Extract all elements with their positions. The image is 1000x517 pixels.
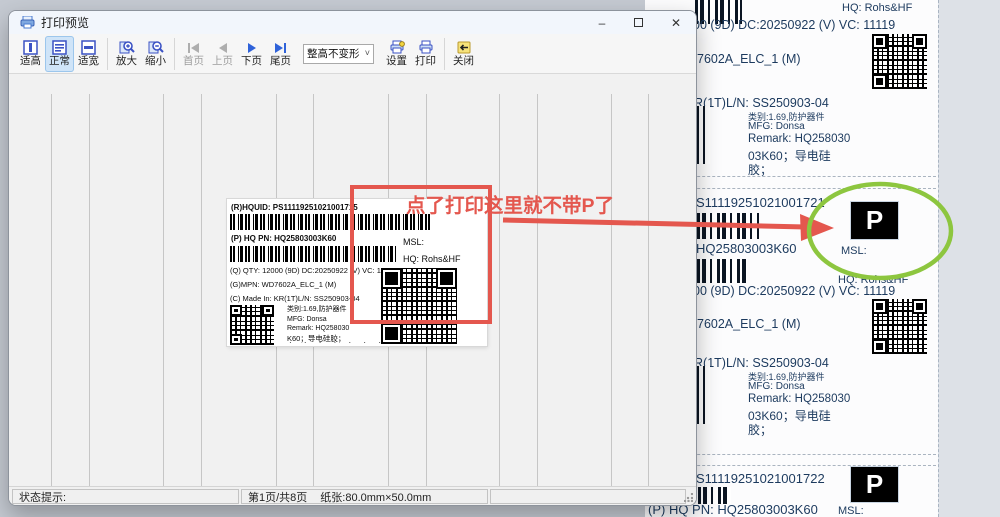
status-panel — [490, 489, 686, 504]
first-page-icon — [186, 41, 202, 55]
page-edge-line — [499, 94, 500, 486]
label-mfg: MFG: Donsa — [748, 121, 805, 132]
qr-code — [230, 305, 274, 345]
preview-hq: HQ: Rohs&HF — [403, 254, 461, 264]
label-mpn-line: 7602A_ELC_1 (M) — [697, 317, 801, 331]
page-edge-line — [51, 94, 52, 486]
label-mpn-line: 7602A_ELC_1 (M) — [697, 52, 801, 66]
zoom-out-icon — [148, 40, 164, 55]
preview-line-madein: (C) Made In: KR(1T)L/N: SS250903-04 — [230, 294, 360, 303]
barcode — [230, 214, 432, 230]
settings-printer-icon — [389, 40, 405, 55]
barcode — [230, 246, 396, 262]
status-bar: 状态提示: 第1页/共8页 纸张:80.0mm×50.0mm — [9, 486, 696, 505]
toolbar-separator — [444, 38, 445, 70]
label-serial: S11119251021001721 — [696, 195, 825, 210]
preview-line-qty: (Q) QTY: 12000 (9D) DC:20250922 (V) VC: … — [230, 266, 396, 275]
page-edge-line — [611, 94, 612, 486]
normal-view-button[interactable]: 正常 — [45, 36, 74, 72]
scale-mode-value: 整高不变形 — [307, 46, 360, 61]
scale-mode-dropdown[interactable]: 整高不变形 ˅ — [303, 44, 374, 64]
fit-width-icon — [81, 40, 96, 55]
last-page-button[interactable]: 尾页 — [266, 36, 295, 72]
sheet-right-margin — [938, 0, 1000, 517]
status-panel: 状态提示: — [12, 489, 239, 504]
toolbar: 适高 正常 适宽 放大 缩小 首页 — [9, 34, 696, 74]
preview-label-page: (R)HQUID: PS11119251021001715 (P) HQ PN:… — [227, 199, 487, 346]
resize-grip[interactable] — [684, 493, 693, 502]
print-button[interactable]: 打印 — [411, 36, 440, 72]
fit-width-button[interactable]: 适宽 — [74, 36, 103, 72]
close-window-button[interactable]: ✕ — [658, 11, 694, 34]
page-edge-line — [163, 94, 164, 486]
settings-button[interactable]: 设置 — [382, 36, 411, 72]
next-page-button[interactable]: 下页 — [237, 36, 266, 72]
label-remark: Remark: HQ258030 — [748, 133, 850, 145]
preview-msl: MSL: — [403, 237, 424, 247]
barcode-fragment — [697, 259, 747, 283]
close-preview-button[interactable]: 关闭 — [449, 36, 478, 72]
label-pn: HQ25803003K60 — [696, 241, 796, 256]
chevron-down-icon: ˅ — [365, 48, 370, 58]
maximize-icon — [634, 18, 643, 27]
window-title: 打印预览 — [41, 14, 89, 31]
label-hq-text: HQ: Rohs&HF — [842, 2, 912, 14]
zoom-out-button[interactable]: 缩小 — [141, 36, 170, 72]
page-edge-line — [201, 94, 202, 486]
fit-height-button[interactable]: 适高 — [16, 36, 45, 72]
label-remark3: 胶； — [748, 421, 772, 438]
maximize-button[interactable] — [620, 11, 656, 34]
fit-height-icon — [23, 40, 38, 55]
normal-view-icon — [52, 40, 67, 55]
prev-page-button[interactable]: 上页 — [208, 36, 237, 72]
printer-icon — [20, 16, 35, 29]
qr-code — [872, 34, 927, 89]
prev-page-icon — [215, 41, 231, 55]
preview-area[interactable]: (R)HQUID: PS11119251021001715 (P) HQ PN:… — [9, 74, 696, 486]
qr-code — [872, 299, 927, 354]
label-qty-line: 00 (9D) DC:20250922 (V) VC: 11119 — [693, 284, 895, 298]
screenshot-root: HQ: Rohs&HF 00 (9D) DC:20250922 (V) VC: … — [0, 0, 1000, 517]
print-preview-window: 打印预览 – ✕ 适高 正常 适宽 放大 — [8, 10, 697, 506]
first-page-button[interactable]: 首页 — [179, 36, 208, 72]
print-icon — [418, 40, 434, 55]
label-lot-line: R(1T)L/N: SS250903-04 — [694, 96, 829, 110]
page-edge-line — [89, 94, 90, 486]
status-label: 状态提示: — [19, 489, 66, 504]
p-mark: P — [851, 202, 898, 239]
page-panel: 第1页/共8页 纸张:80.0mm×50.0mm — [241, 489, 488, 504]
exit-icon — [456, 40, 472, 55]
page-info: 第1页/共8页 — [248, 489, 307, 504]
preview-line-mpn: (G)MPN: WD7602A_ELC_1 (M) — [230, 280, 336, 289]
last-page-icon — [273, 41, 289, 55]
label-lot-line: R(1T)L/N: SS250903-04 — [694, 356, 829, 370]
preview-line-hquid: (R)HQUID: PS11119251021001715 — [231, 203, 358, 212]
page-edge-line — [537, 94, 538, 486]
preview-line-pn: (P) HQ PN: HQ25803003K60 — [231, 234, 336, 243]
label-remark: Remark: HQ258030 — [748, 393, 850, 405]
p-mark: P — [851, 467, 898, 502]
label-qty-line: 00 (9D) DC:20250922 (V) VC: 11119 — [693, 18, 895, 32]
toolbar-separator — [174, 38, 175, 70]
label-msl: MSL: — [838, 505, 864, 517]
zoom-in-button[interactable]: 放大 — [112, 36, 141, 72]
toolbar-separator — [107, 38, 108, 70]
paper-info: 纸张:80.0mm×50.0mm — [320, 489, 431, 504]
minimize-button[interactable]: – — [584, 11, 620, 34]
qr-code — [381, 268, 457, 344]
title-bar[interactable]: 打印预览 – ✕ — [9, 11, 696, 34]
page-edge-line — [648, 94, 649, 486]
label-serial: S11119251021001722 — [696, 471, 825, 486]
zoom-in-icon — [119, 40, 135, 55]
barcode-fragment — [697, 213, 759, 239]
next-page-icon — [244, 41, 260, 55]
label-msl: MSL: — [841, 245, 867, 257]
label-mfg: MFG: Donsa — [748, 381, 805, 392]
